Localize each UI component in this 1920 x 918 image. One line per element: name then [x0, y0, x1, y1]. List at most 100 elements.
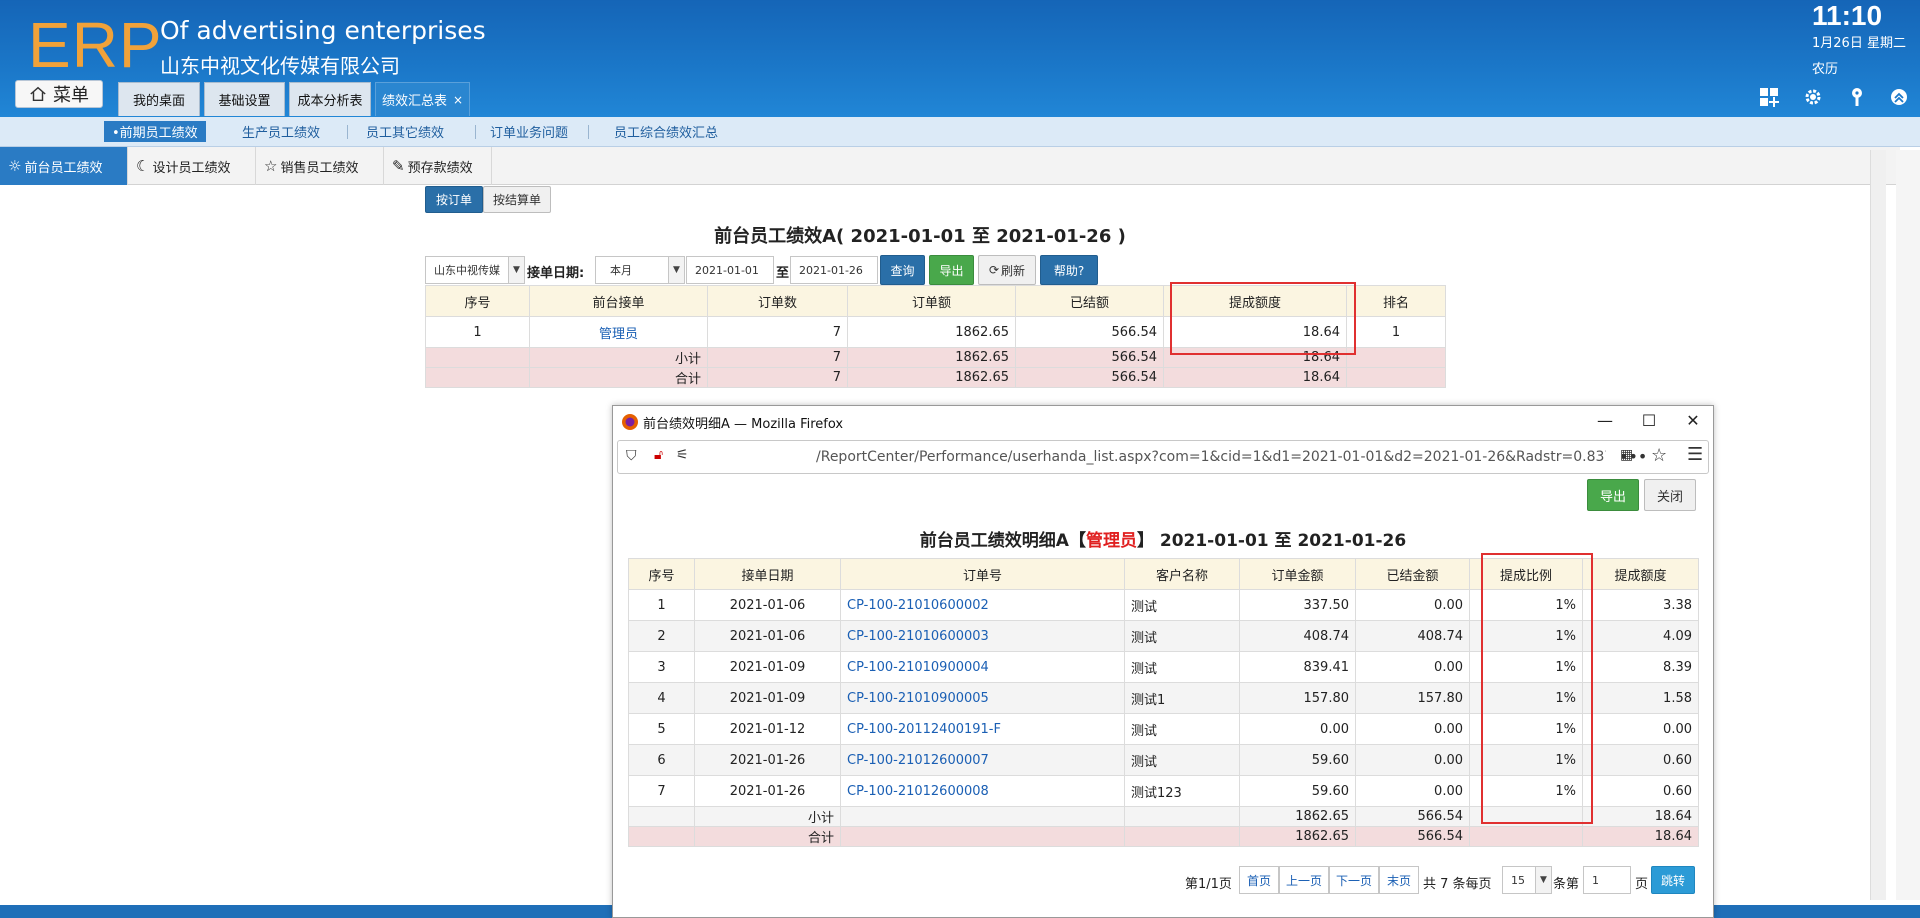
subtotal-settled: 566.54 [1355, 806, 1470, 827]
company-select[interactable]: 山东中视传媒 ▼ [425, 256, 525, 284]
sun-icon: ☼ [8, 157, 22, 175]
cell-commission: 4.09 [1582, 620, 1699, 652]
subtotal-orders: 7 [707, 347, 848, 368]
cell-date: 2021-01-09 [694, 651, 841, 683]
window-titlebar: 前台绩效明细A — Mozilla Firefox — ☐ ✕ [613, 406, 1713, 440]
total-amount: 1862.65 [847, 367, 1016, 388]
maximize-icon[interactable]: ☐ [1637, 411, 1661, 430]
cell-no: 1 [628, 589, 695, 621]
close-tab-icon[interactable]: × [453, 93, 463, 107]
order-link[interactable]: CP-100-21010900005 [840, 682, 1125, 714]
employee-link[interactable]: 管理员 [529, 316, 708, 348]
period-select[interactable]: 本月 ▼ [595, 256, 685, 284]
cell-date: 2021-01-09 [694, 682, 841, 714]
cell-customer: 测试123 [1124, 775, 1240, 807]
hamburger-menu-icon[interactable]: ☰ [1687, 444, 1703, 465]
cell-customer: 测试1 [1124, 682, 1240, 714]
window-title: 前台绩效明细A — Mozilla Firefox [643, 417, 844, 432]
by-order-button[interactable]: 按订单 [425, 186, 483, 213]
next-page-button[interactable]: 下一页 [1329, 866, 1379, 894]
pager: 第1/1页 首页 上一页 下一页 末页 共 7 条每页 15 ▼ 条第 1 页 跳… [1173, 866, 1703, 896]
cell-date: 2021-01-26 [694, 775, 841, 807]
minimize-icon[interactable]: — [1593, 411, 1617, 430]
subnav-item-front-performance[interactable]: •前期员工绩效 [104, 121, 206, 142]
date-from-input[interactable]: 2021-01-01 [686, 256, 774, 284]
order-link[interactable]: CP-100-21012600008 [840, 775, 1125, 807]
order-link[interactable]: CP-100-21012600007 [840, 744, 1125, 776]
menu-button[interactable]: 菜单 [15, 80, 103, 108]
subtotal-settled: 566.54 [1015, 347, 1164, 368]
app-title: Of advertising enterprises [160, 16, 486, 45]
cell-commission: 0.60 [1582, 775, 1699, 807]
cell-customer: 测试 [1124, 651, 1240, 683]
tab-my-desktop[interactable]: 我的桌面 [118, 82, 200, 116]
total-commission: 18.64 [1163, 367, 1347, 388]
total-label: 合计 [529, 367, 708, 388]
url-bar[interactable]: ⛉ 🔓︎ ⚟ /ReportCenter/Performance/userhan… [617, 440, 1709, 474]
date-label: 接单日期: [527, 266, 585, 281]
outer-scrollbar[interactable] [1896, 150, 1920, 900]
tab-basic-settings[interactable]: 基础设置 [204, 82, 285, 116]
order-link[interactable]: CP-100-21010900004 [840, 651, 1125, 683]
by-settlement-button[interactable]: 按结算单 [483, 186, 551, 213]
tab-deposit-performance[interactable]: ✎ 预存款绩效 [384, 147, 492, 185]
popup-title: 前台员工绩效明细A【管理员】 2021-01-01 至 2021-01-26 [919, 531, 1407, 551]
order-link[interactable]: CP-100-21010600003 [840, 620, 1125, 652]
total-label: 合计 [694, 826, 841, 847]
order-link[interactable]: CP-100-21010600002 [840, 589, 1125, 621]
query-button[interactable]: 查询 [880, 255, 925, 285]
popup-close-button[interactable]: 关闭 [1644, 479, 1696, 511]
cell-settled: 0.00 [1355, 744, 1470, 776]
close-window-icon[interactable]: ✕ [1681, 411, 1705, 430]
last-page-button[interactable]: 末页 [1379, 866, 1419, 894]
cell-no: 5 [628, 713, 695, 745]
apps-icon[interactable] [1758, 86, 1780, 108]
order-link[interactable]: CP-100-20112400191-F [840, 713, 1125, 745]
subnav-item-production-performance[interactable]: 生产员工绩效 [234, 121, 328, 142]
go-button[interactable]: 跳转 [1651, 866, 1695, 894]
permissions-icon[interactable]: ⚟ [676, 447, 689, 463]
highlight-box [1170, 282, 1356, 355]
bookmark-star-icon[interactable]: ☆ [1651, 445, 1667, 466]
tab-sales-performance[interactable]: ☆ 销售员工绩效 [256, 147, 384, 185]
popup-export-button[interactable]: 导出 [1587, 479, 1639, 511]
divider [475, 125, 476, 139]
cell-amount: 839.41 [1239, 651, 1356, 683]
tab-front-desk-performance[interactable]: ☼ 前台员工绩效 [0, 147, 128, 185]
refresh-button[interactable]: ⟳ 刷新 [978, 255, 1036, 285]
tab-cost-analysis[interactable]: 成本分析表 [289, 82, 371, 116]
star-icon: ☆ [264, 157, 278, 175]
column-header: 订单号 [840, 558, 1125, 590]
first-page-button[interactable]: 首页 [1239, 866, 1279, 894]
column-header: 已结额 [1015, 285, 1164, 317]
url-text[interactable]: /ReportCenter/Performance/userhanda_list… [816, 449, 1606, 465]
date-to-input[interactable]: 2021-01-26 [790, 256, 878, 284]
help-button[interactable]: 帮助? [1040, 255, 1098, 285]
page-size-select[interactable]: 15 ▼ [1502, 866, 1552, 894]
lunar-calendar-link[interactable]: 农历 [1812, 58, 1838, 77]
export-button[interactable]: 导出 [929, 255, 974, 285]
cell-date: 2021-01-06 [694, 620, 841, 652]
gear-icon[interactable] [1802, 86, 1824, 108]
cell-no: 1 [425, 316, 530, 348]
column-header: 提成额度 [1582, 558, 1699, 590]
tab-performance-summary[interactable]: 绩效汇总表 × [375, 82, 470, 116]
collapse-icon[interactable] [1888, 86, 1910, 108]
menu-label: 菜单 [53, 85, 89, 106]
insecure-lock-icon[interactable]: 🔓︎ [654, 447, 663, 463]
prev-page-button[interactable]: 上一页 [1279, 866, 1329, 894]
subnav-item-overall-summary[interactable]: 员工综合绩效汇总 [606, 121, 726, 142]
subnav-item-other-performance[interactable]: 员工其它绩效 [358, 121, 452, 142]
tab-design-performance[interactable]: ☾ 设计员工绩效 [128, 147, 256, 185]
chevron-down-icon: ▼ [668, 257, 684, 283]
key-icon[interactable] [1846, 86, 1868, 108]
page-number-input[interactable]: 1 [1583, 866, 1631, 894]
subnav-item-order-issues[interactable]: 订单业务问题 [482, 121, 576, 142]
column-header: 序号 [628, 558, 695, 590]
page-scrollbar[interactable] [1870, 150, 1886, 900]
more-actions-icon[interactable]: ••• [1619, 447, 1647, 466]
shield-icon[interactable]: ⛉ [626, 448, 637, 464]
chevron-down-icon: ▼ [1535, 867, 1551, 893]
column-header: 客户名称 [1124, 558, 1240, 590]
subtotal-amount: 1862.65 [847, 347, 1016, 368]
